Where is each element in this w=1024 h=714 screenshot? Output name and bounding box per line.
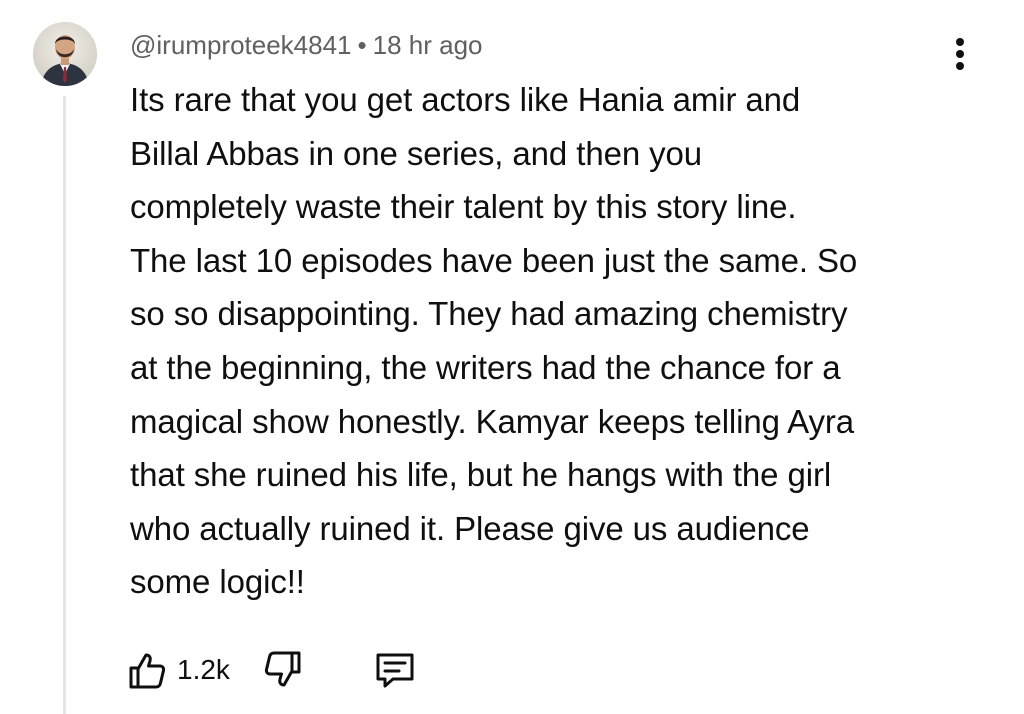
comment-line: Its rare that you get actors like Hania …	[130, 81, 801, 118]
dislike-button[interactable]	[263, 650, 303, 690]
comment-line: that she ruined his life, but he hangs w…	[130, 456, 832, 494]
comment-line: so so disappointing. They had amazing ch…	[130, 295, 848, 333]
like-count: 1.2k	[177, 654, 230, 685]
more-actions-button[interactable]	[944, 34, 976, 74]
comment-line: completely waste their talent by this st…	[130, 188, 797, 226]
comment-line: at the beginning, the writers had the ch…	[130, 348, 841, 386]
comment-text: Its rare that you get actors like Hania …	[130, 73, 990, 609]
comment-line: magical show honestly. Kamyar keeps tell…	[130, 402, 855, 440]
comment-line: some logic!!	[130, 563, 305, 601]
comment-reply-icon	[376, 653, 414, 688]
comment-line: who actually ruined it. Please give us a…	[130, 509, 810, 547]
avatar[interactable]	[33, 22, 97, 86]
author-handle[interactable]: @irumproteek4841	[130, 30, 352, 60]
reply-button[interactable]	[373, 648, 417, 692]
thumb-up-icon	[129, 653, 166, 689]
comment-actions: 1.2k	[127, 648, 417, 692]
comment-meta: @irumproteek4841 • 18 hr ago	[130, 28, 483, 62]
meta-separator: •	[357, 30, 367, 60]
thread-line	[63, 96, 66, 714]
more-vert-icon	[956, 38, 964, 70]
like-button[interactable]: 1.2k	[127, 650, 230, 690]
comment-time[interactable]: 18 hr ago	[373, 30, 483, 60]
comment-line: Billal Abbas in one series, and then you	[130, 134, 703, 172]
avatar-image	[33, 22, 97, 86]
comment-line: The last 10 episodes have been just the …	[130, 241, 858, 279]
thumb-down-icon	[264, 651, 301, 687]
